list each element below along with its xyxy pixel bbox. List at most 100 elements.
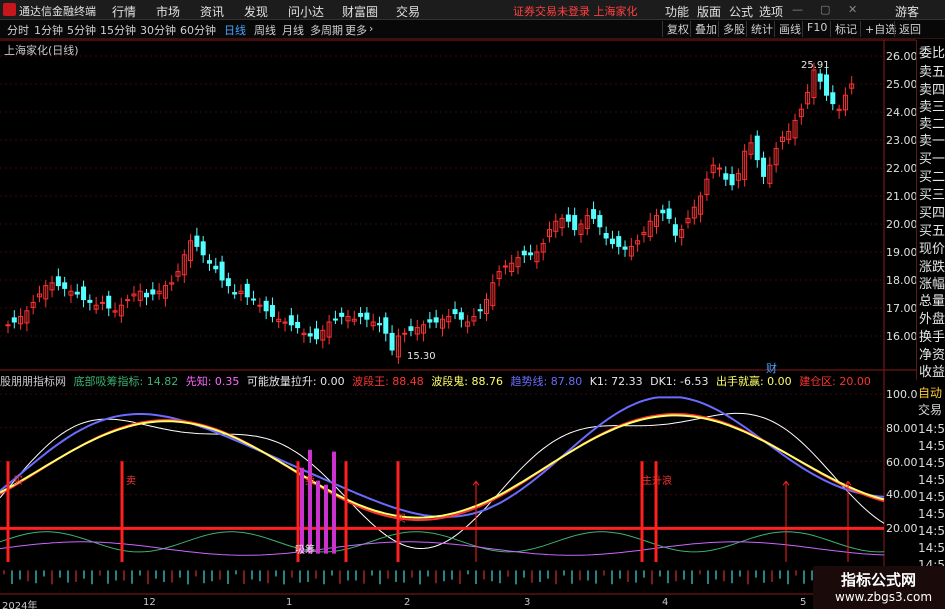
candle <box>478 310 482 311</box>
price-chart[interactable] <box>0 0 945 609</box>
candle <box>598 216 602 227</box>
candle <box>384 318 388 333</box>
quote-label: 买一 <box>919 152 945 168</box>
indicator-axis-tick: 20.00 <box>886 522 918 535</box>
candle <box>529 253 533 255</box>
candle <box>195 236 199 246</box>
indicator-name[interactable]: 股朋朋指标网 <box>0 375 66 388</box>
indicator-field: DK1: -6.53 <box>650 375 708 388</box>
indicator-line <box>0 414 884 520</box>
candle <box>207 261 211 264</box>
quote-label: 涨幅 <box>919 277 945 293</box>
indicator-field: 出手就赢: 0.00 <box>716 375 792 388</box>
indicator-axis-tick: 100.0 <box>886 388 918 401</box>
candle <box>617 237 621 247</box>
candle <box>359 313 363 316</box>
time-axis-label: 4 <box>662 597 668 608</box>
tick-time: 14:56 <box>918 473 945 487</box>
candle <box>755 136 759 159</box>
candle <box>308 334 312 336</box>
candle <box>6 325 10 326</box>
candle <box>724 174 728 179</box>
quote-label: 买三 <box>919 188 945 204</box>
candle <box>390 333 394 350</box>
candle <box>503 266 507 267</box>
candle <box>107 296 111 308</box>
tick-time: 14:56 <box>918 490 945 504</box>
tick-time: 14:56 <box>918 456 945 470</box>
candle <box>315 329 319 339</box>
quote-label: 卖三 <box>919 100 945 116</box>
site-watermark: 指标公式网 www.zbgs3.com <box>813 566 945 609</box>
candle <box>762 158 766 176</box>
auto-trade-label[interactable]: 自动 <box>918 386 942 400</box>
trade-label[interactable]: 交易 <box>918 403 942 417</box>
candle <box>233 293 237 294</box>
indicator-field: 波段王: 88.48 <box>352 375 424 388</box>
quote-label: 收益 <box>919 365 945 381</box>
candle <box>453 310 457 314</box>
time-axis-label: 2024年 <box>2 597 37 609</box>
quote-label: 卖一 <box>919 134 945 150</box>
candle <box>592 210 596 219</box>
quote-label: 现价 <box>919 242 945 258</box>
quote-label: 换手 <box>919 330 945 346</box>
sell-tag: 卖 <box>126 472 136 487</box>
candle <box>245 284 249 296</box>
candle <box>610 239 614 243</box>
tick-time: 14:56 <box>918 439 945 453</box>
trade-panel: 自动 交易 14:56 14:56 14:56 14:56 14:56 14:5… <box>916 384 945 594</box>
price-axis-tick: 19.00 <box>886 246 918 259</box>
price-axis-tick: 23.00 <box>886 134 918 147</box>
candle <box>226 279 230 286</box>
price-axis-tick: 25.00 <box>886 78 918 91</box>
quote-label: 买四 <box>919 206 945 222</box>
candle <box>673 225 677 235</box>
candle <box>270 306 274 317</box>
indicator-field: 底部吸筹指标: 14.82 <box>74 375 179 388</box>
candle <box>289 316 293 325</box>
quote-label: 卖四 <box>919 83 945 99</box>
candle <box>220 262 224 280</box>
indicator-line <box>0 397 884 517</box>
candle <box>333 319 337 320</box>
candle <box>818 74 822 81</box>
quote-label: 涨跌 <box>919 260 945 276</box>
low-price-label: 15.30 <box>407 351 436 362</box>
candle <box>428 320 432 322</box>
price-axis-tick: 16.00 <box>886 330 918 343</box>
candle <box>340 313 344 316</box>
indicator-field: 波段鬼: 88.76 <box>431 375 503 388</box>
buy-tag: 买 <box>396 510 406 525</box>
candle <box>434 318 438 322</box>
time-axis: 2024年 12 1 2 3 4 5 <box>0 597 916 609</box>
accumulate-tag: 吸筹 <box>295 541 315 556</box>
candle <box>264 301 268 310</box>
indicator-axis-tick: 60.00 <box>886 456 918 469</box>
quote-label: 卖二 <box>919 117 945 133</box>
quote-label: 总量 <box>919 294 945 310</box>
time-axis-label: 2 <box>404 597 410 608</box>
tick-time: 14:56 <box>918 507 945 521</box>
candle <box>252 299 256 300</box>
candle <box>365 313 369 319</box>
price-axis-tick: 18.00 <box>886 274 918 287</box>
watermark-title: 指标公式网 <box>841 569 916 590</box>
candle <box>63 283 67 289</box>
tick-time: 14:56 <box>918 524 945 538</box>
candle <box>730 175 734 185</box>
indicator-header: 股朋朋指标网 底部吸筹指标: 14.82 先知: 0.35 可能放量拉升: 0.… <box>0 373 916 387</box>
high-price-label: 25.91 <box>801 60 830 71</box>
price-axis-tick: 17.00 <box>886 302 918 315</box>
candle <box>459 313 463 319</box>
candle <box>126 300 130 301</box>
tick-time: 14:56 <box>918 541 945 555</box>
quote-label: 买五 <box>919 224 945 240</box>
quote-label: 净资 <box>919 348 945 364</box>
quote-label: 买二 <box>919 170 945 186</box>
indicator-field: 可能放量拉升: 0.00 <box>247 375 345 388</box>
indicator-axis-tick: 80.00 <box>886 422 918 435</box>
candle <box>825 75 829 95</box>
price-axis-tick: 21.00 <box>886 190 918 203</box>
time-axis-label: 5 <box>800 597 806 608</box>
